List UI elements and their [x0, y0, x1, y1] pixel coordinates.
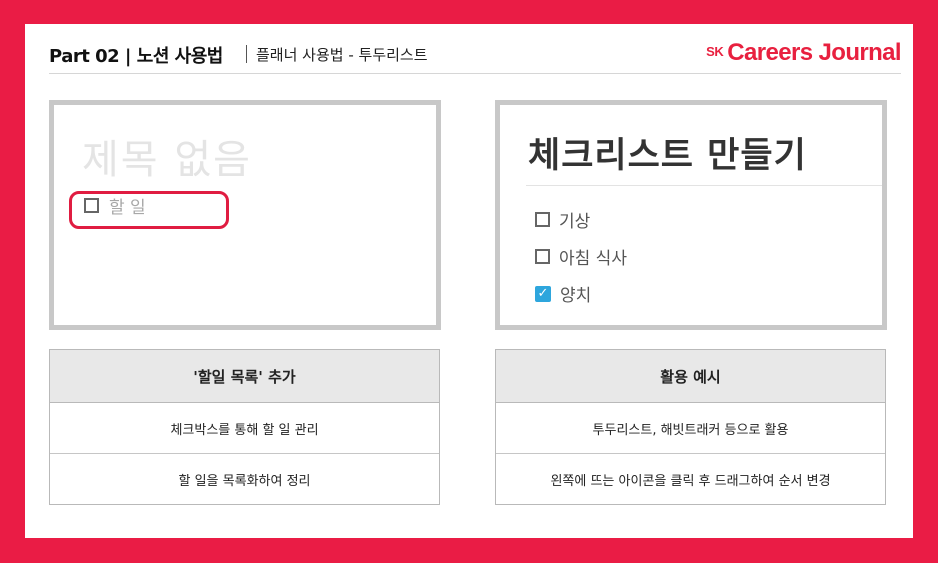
table-header: 활용 예시	[496, 350, 885, 403]
todo-item-label: 기상	[559, 212, 591, 232]
usage-example-table: 활용 예시 투두리스트, 해빗트래커 등으로 활용 왼쪽에 뜨는 아이콘을 클릭…	[495, 349, 886, 505]
checkbox-icon[interactable]	[535, 249, 550, 264]
feature-table: '할일 목록' 추가 체크박스를 통해 할 일 관리 할 일을 목록화하여 정리	[49, 349, 440, 505]
todo-placeholder[interactable]: 할 일	[109, 193, 146, 218]
title-divider	[526, 185, 882, 186]
checkbox-icon[interactable]	[535, 212, 550, 227]
header-separator	[246, 45, 247, 63]
checkbox-icon[interactable]	[84, 198, 99, 213]
page-title[interactable]: 체크리스트 만들기	[528, 127, 807, 178]
checked-checkbox-icon[interactable]: ✓	[535, 285, 551, 302]
brand-logo: SK Careers Journal	[706, 39, 901, 67]
brand-name: Careers Journal	[727, 39, 901, 66]
table-row: 체크박스를 통해 할 일 관리	[50, 403, 439, 454]
checklist-page-preview: 체크리스트 만들기 기상 아침 식사 ✓ 양치	[495, 100, 887, 330]
brand-sk: SK	[706, 44, 724, 59]
table-row: 할 일을 목록화하여 정리	[178, 473, 311, 489]
section-subtitle: 플래너 사용법 - 투두리스트	[256, 46, 428, 64]
untitled-page-preview: 제목 없음 할 일	[49, 100, 441, 330]
todo-item-label: 양치	[560, 286, 592, 306]
todo-block[interactable]: 할 일	[84, 193, 146, 218]
header: Part 02 | 노션 사용법 플래너 사용법 - 투두리스트 SK Caree…	[49, 39, 902, 74]
todo-item[interactable]: 기상	[535, 207, 590, 232]
table-row: 왼쪽에 뜨는 아이콘을 클릭 후 드래그하여 순서 변경	[550, 473, 831, 489]
table-row: 투두리스트, 해빗트래커 등으로 활용	[496, 403, 885, 454]
part-title: Part 02 | 노션 사용법	[49, 46, 223, 67]
todo-item-label: 아침 식사	[559, 249, 627, 269]
todo-item[interactable]: 아침 식사	[535, 244, 627, 269]
content-card: Part 02 | 노션 사용법 플래너 사용법 - 투두리스트 SK Caree…	[25, 24, 913, 538]
todo-item[interactable]: ✓ 양치	[535, 281, 591, 306]
page-title-placeholder[interactable]: 제목 없음	[82, 127, 252, 185]
table-header: '할일 목록' 추가	[50, 350, 439, 403]
